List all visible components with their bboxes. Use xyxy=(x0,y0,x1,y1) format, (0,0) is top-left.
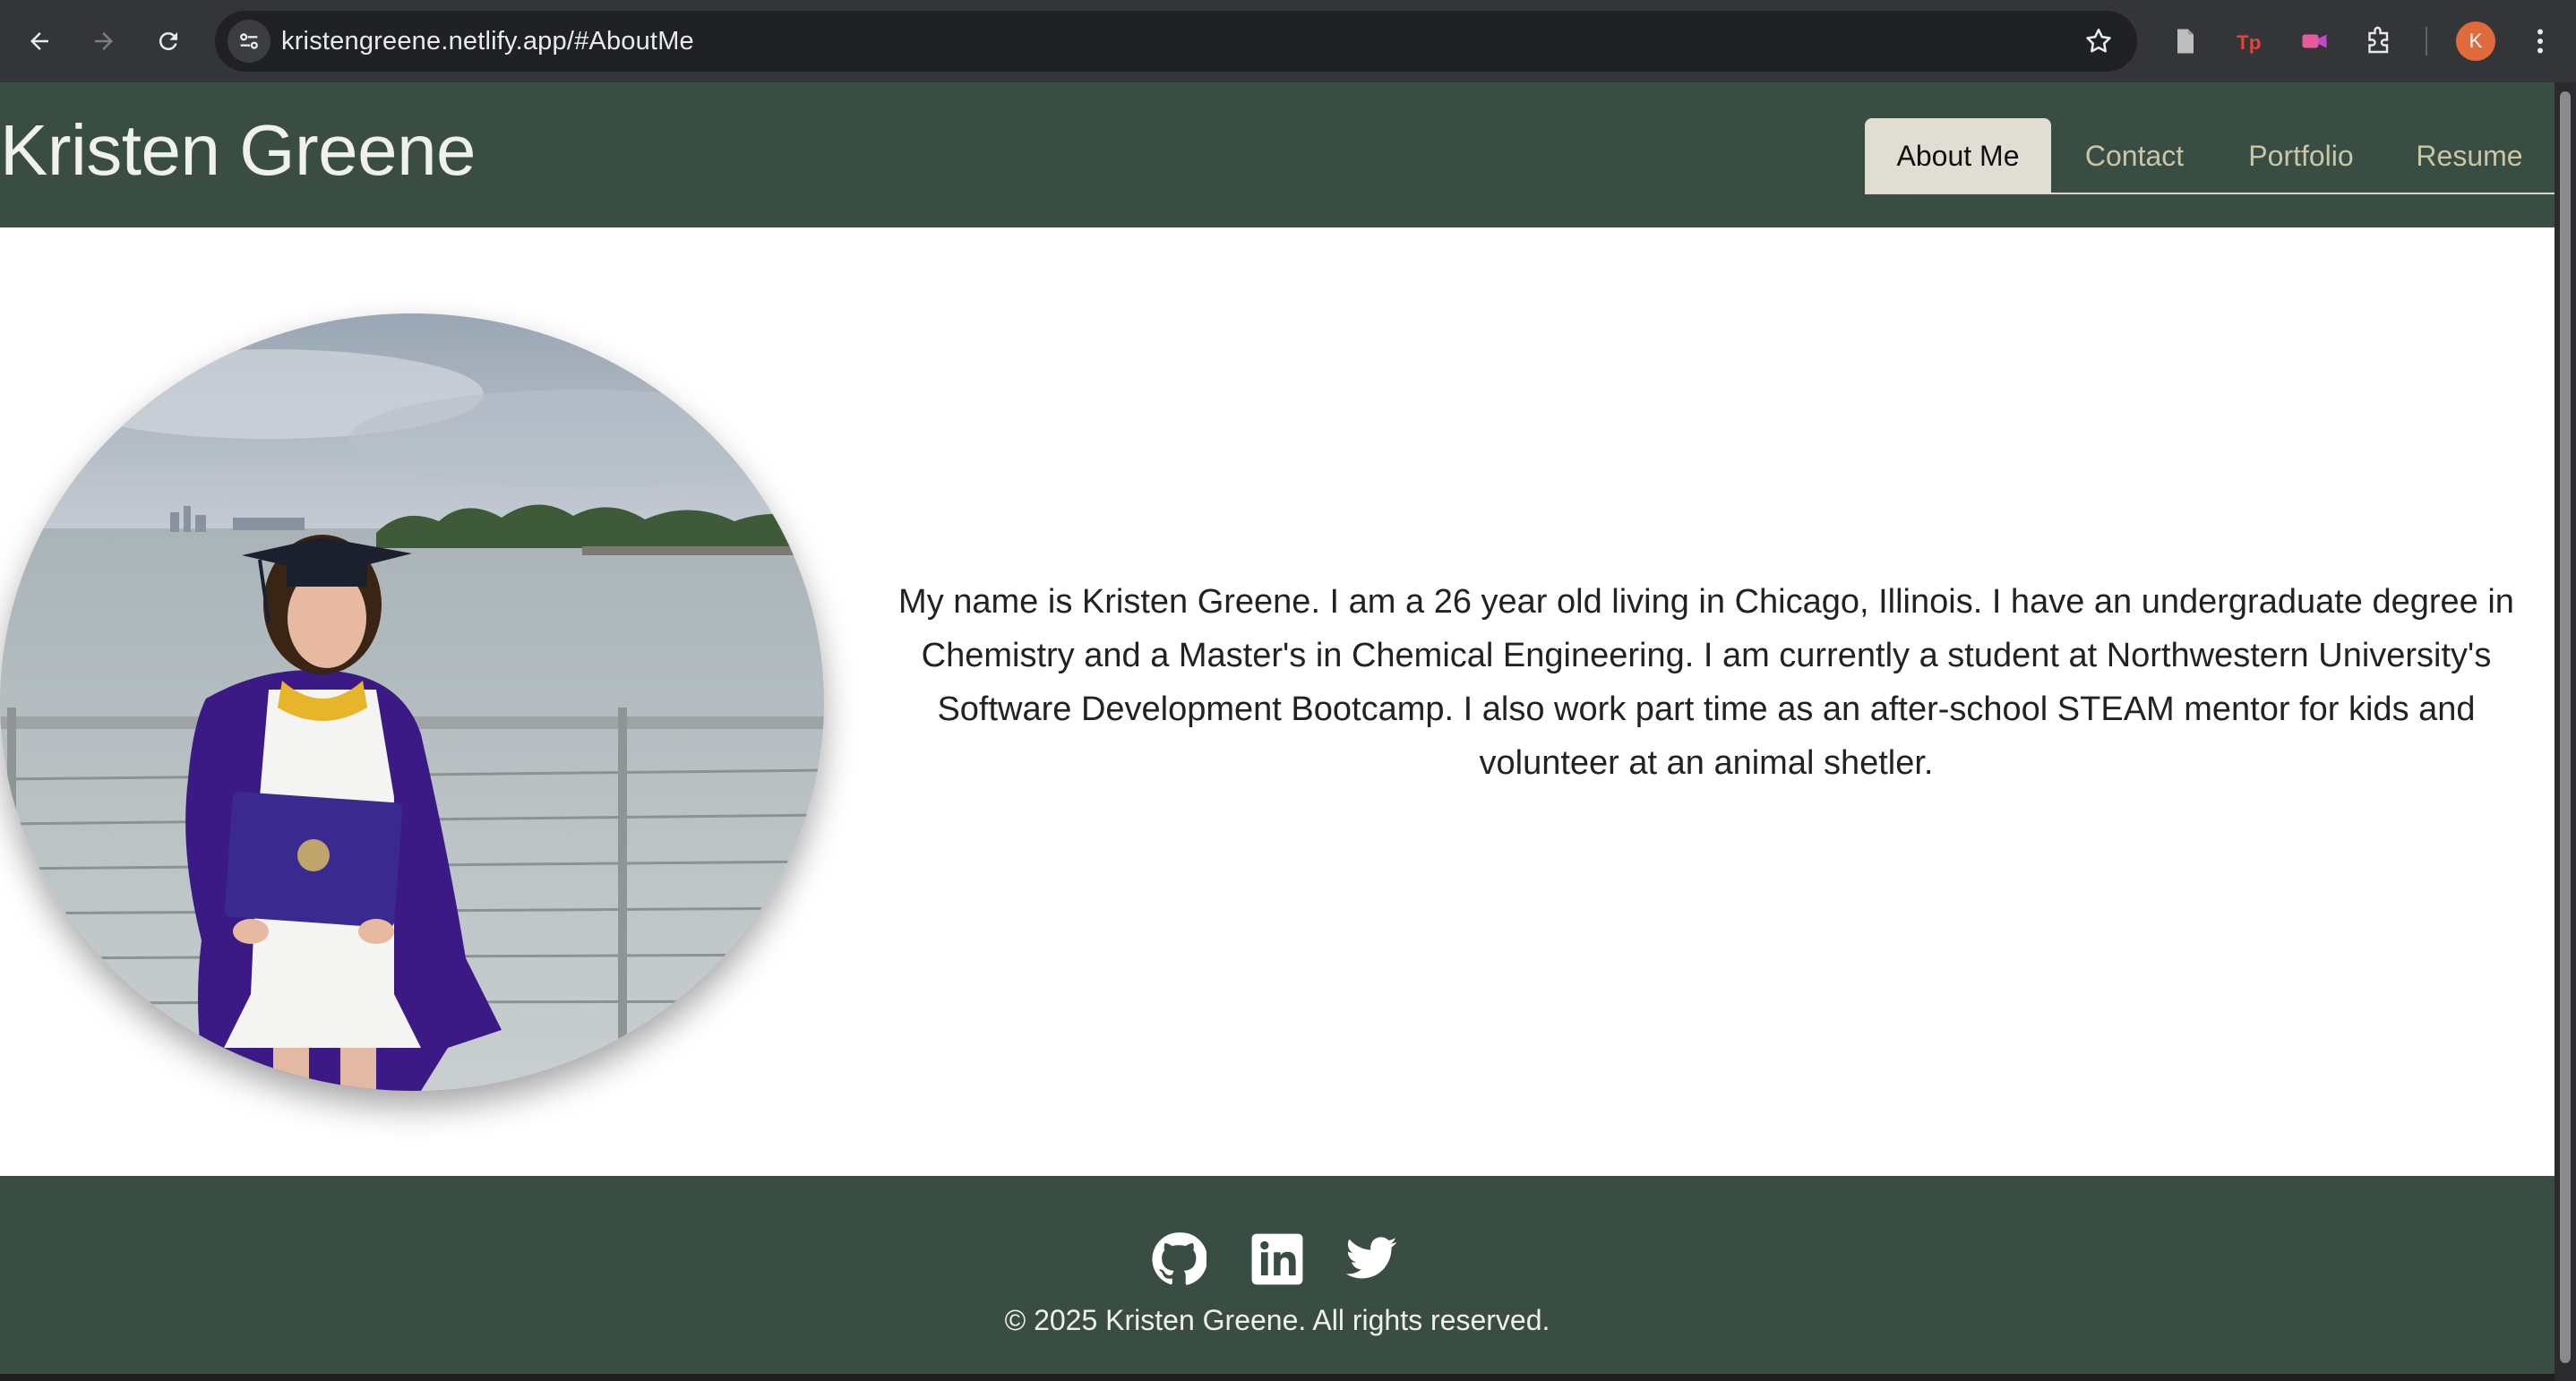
svg-text:Tp: Tp xyxy=(2237,31,2262,54)
tab-contact[interactable]: Contact xyxy=(2051,118,2218,193)
address-bar[interactable]: kristengreene.netlify.app/#AboutMe xyxy=(215,11,2137,72)
video-extension-icon[interactable] xyxy=(2295,21,2334,61)
twitter-icon[interactable] xyxy=(1344,1231,1399,1287)
profile-photo xyxy=(0,313,824,1091)
browser-toolbar: kristengreene.netlify.app/#AboutMe Tp K xyxy=(0,0,2576,82)
puzzle-icon[interactable] xyxy=(2359,21,2399,61)
nav-tabs: About Me Contact Portfolio Resume xyxy=(1865,118,2555,194)
window-bottom-edge xyxy=(0,1374,2555,1381)
site-header: Kristen Greene About Me Contact Portfoli… xyxy=(0,82,2555,227)
star-icon[interactable] xyxy=(2083,26,2114,56)
copyright-text: © 2025 Kristen Greene. All rights reserv… xyxy=(1004,1304,1550,1336)
reload-icon[interactable] xyxy=(147,20,190,63)
toolbar-divider xyxy=(2426,27,2427,56)
url-text[interactable]: kristengreene.netlify.app/#AboutMe xyxy=(281,11,694,72)
site-settings-icon[interactable] xyxy=(228,20,270,63)
tab-about-me[interactable]: About Me xyxy=(1865,118,2051,193)
page-viewport: Kristen Greene About Me Contact Portfoli… xyxy=(0,82,2555,1374)
document-icon[interactable] xyxy=(2166,21,2205,61)
forward-icon[interactable] xyxy=(82,20,125,63)
bio-text: My name is Kristen Greene. I am a 26 yea… xyxy=(898,583,2514,782)
profile-avatar[interactable]: K xyxy=(2456,21,2495,61)
scrollbar-thumb[interactable] xyxy=(2560,91,2571,1363)
tab-portfolio[interactable]: Portfolio xyxy=(2218,118,2384,193)
menu-icon[interactable] xyxy=(2520,21,2560,61)
back-icon[interactable] xyxy=(18,20,61,63)
site-title: Kristen Greene xyxy=(0,110,477,190)
scrollbar[interactable] xyxy=(2555,82,2576,1381)
github-icon[interactable] xyxy=(1151,1231,1208,1287)
site-footer: © 2025 Kristen Greene. All rights reserv… xyxy=(0,1176,2555,1374)
linkedin-icon[interactable] xyxy=(1249,1231,1305,1287)
tab-resume[interactable]: Resume xyxy=(2384,118,2555,193)
tp-extension-icon[interactable]: Tp xyxy=(2230,21,2270,61)
